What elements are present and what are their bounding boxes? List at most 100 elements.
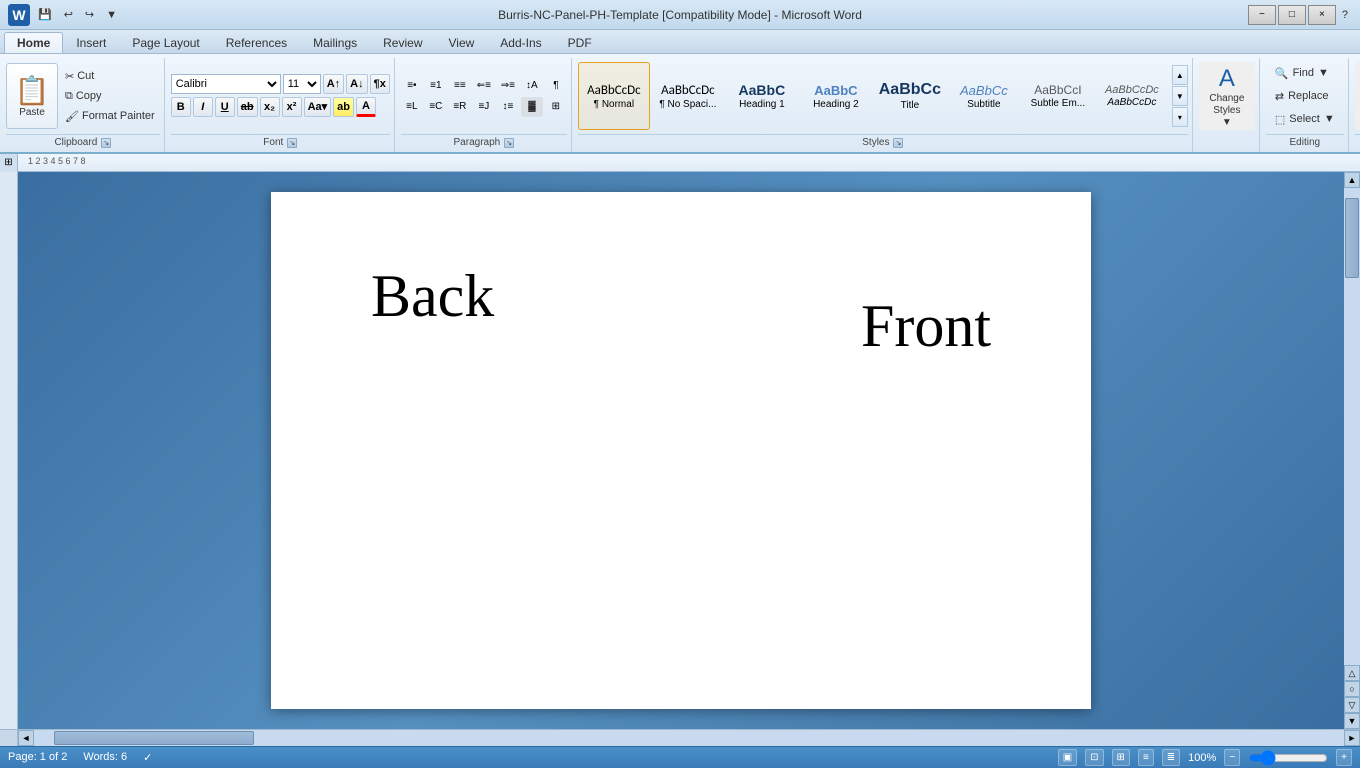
- zoom-in-button[interactable]: +: [1336, 749, 1352, 766]
- font-expand-button[interactable]: ↘: [287, 138, 297, 148]
- align-center-button[interactable]: ≡C: [425, 97, 447, 117]
- multilevel-list-button[interactable]: ≡≡: [449, 76, 471, 96]
- zoom-slider[interactable]: [1248, 750, 1328, 766]
- font-name-select[interactable]: Calibri: [171, 74, 281, 94]
- select-page-button[interactable]: ○: [1344, 681, 1360, 697]
- h-scroll-thumb[interactable]: [54, 731, 254, 745]
- style-normal-preview: AaBbCcDc: [587, 83, 641, 98]
- shading-button[interactable]: ▓: [521, 97, 543, 117]
- document-page[interactable]: Back Front: [271, 192, 1091, 709]
- paste-button[interactable]: 📋 Paste: [6, 63, 58, 129]
- style-normal[interactable]: AaBbCcDc ¶ Normal: [578, 62, 650, 130]
- justify-button[interactable]: ≡J: [473, 97, 495, 117]
- style-aabbccdc[interactable]: AaBbCcDc AaBbCcDc: [1096, 62, 1168, 130]
- style-heading1[interactable]: AaBbC Heading 1: [726, 62, 798, 130]
- h-scroll-track[interactable]: [34, 730, 1344, 746]
- privacy-group-label: Privacy: [1355, 134, 1360, 150]
- bullets-button[interactable]: ≡•: [401, 76, 423, 96]
- tab-insert[interactable]: Insert: [63, 32, 119, 53]
- style-subtitle[interactable]: AaBbCc Subtitle: [948, 62, 1020, 130]
- spell-check-icon[interactable]: ✓: [143, 751, 152, 764]
- styles-scroll-down-button[interactable]: ▼: [1172, 86, 1188, 106]
- tab-add-ins[interactable]: Add-Ins: [487, 32, 554, 53]
- numbering-button[interactable]: ≡1: [425, 76, 447, 96]
- copy-button[interactable]: ⧉ Copy: [60, 87, 160, 106]
- horizontal-ruler: ⊞ 1 2 3 4 5 6 7 8: [0, 154, 1360, 172]
- decrease-font-button[interactable]: A↓: [346, 74, 367, 94]
- page-up-button[interactable]: △: [1344, 665, 1360, 681]
- redo-button[interactable]: ↪: [81, 6, 98, 23]
- select-label: Select: [1289, 113, 1320, 125]
- tab-view[interactable]: View: [436, 32, 488, 53]
- style-heading2[interactable]: AaBbC Heading 2: [800, 62, 872, 130]
- scroll-track[interactable]: [1344, 188, 1360, 665]
- bold-button[interactable]: B: [171, 97, 191, 117]
- scroll-down-button[interactable]: ▼: [1344, 713, 1360, 729]
- italic-button[interactable]: I: [193, 97, 213, 117]
- page-down-button[interactable]: ▽: [1344, 697, 1360, 713]
- styles-scroll-up-button[interactable]: ▲: [1172, 65, 1188, 85]
- customize-button[interactable]: ▼: [102, 7, 121, 23]
- font-color-button[interactable]: A: [356, 97, 376, 117]
- cut-button[interactable]: ✂ Cut: [60, 67, 160, 86]
- scroll-left-button[interactable]: ◄: [18, 730, 34, 746]
- change-case-button[interactable]: Aa▾: [304, 97, 332, 117]
- find-button[interactable]: 🔍 Find ▼: [1266, 63, 1344, 84]
- scroll-up-button[interactable]: ▲: [1344, 172, 1360, 188]
- select-button[interactable]: ⬚ Select ▼: [1266, 109, 1344, 130]
- view-full-screen-button[interactable]: ⊡: [1085, 749, 1103, 766]
- zoom-out-button[interactable]: −: [1224, 749, 1240, 766]
- minimize-button[interactable]: −: [1248, 5, 1276, 25]
- increase-font-button[interactable]: A↑: [323, 74, 344, 94]
- borders-button[interactable]: ⊞: [545, 97, 567, 117]
- style-subtle-em[interactable]: AaBbCcI Subtle Em...: [1022, 62, 1094, 130]
- tab-references[interactable]: References: [213, 32, 300, 53]
- tab-home[interactable]: Home: [4, 32, 63, 53]
- style-title[interactable]: AaBbCc Title: [874, 62, 946, 130]
- paragraph-expand-button[interactable]: ↘: [504, 138, 514, 148]
- styles-expand-button2[interactable]: ↘: [893, 138, 903, 148]
- page-content[interactable]: Back Front: [311, 232, 1051, 712]
- clipboard-expand-button[interactable]: ↘: [101, 138, 111, 148]
- paragraph-group-content: ≡• ≡1 ≡≡ ⇐≡ ⇒≡ ↕A ¶ ≡L ≡C ≡R ≡J ↕≡: [401, 60, 567, 132]
- view-print-layout-button[interactable]: ▣: [1058, 749, 1077, 766]
- style-no-spacing[interactable]: AaBbCcDc ¶ No Spaci...: [652, 62, 724, 130]
- strikethrough-button[interactable]: ab: [237, 97, 258, 117]
- superscript-button[interactable]: x²: [282, 97, 302, 117]
- align-right-button[interactable]: ≡R: [449, 97, 471, 117]
- tab-mailings[interactable]: Mailings: [300, 32, 370, 53]
- save-button[interactable]: 💾: [34, 6, 56, 23]
- view-draft-button[interactable]: ≣: [1162, 749, 1180, 766]
- replace-button[interactable]: ⇄ Replace: [1266, 86, 1344, 107]
- help-button[interactable]: ?: [1338, 5, 1352, 25]
- maximize-button[interactable]: □: [1278, 5, 1306, 25]
- tab-pdf[interactable]: PDF: [555, 32, 605, 53]
- font-size-select[interactable]: 11: [283, 74, 321, 94]
- close-button[interactable]: ×: [1308, 5, 1336, 25]
- view-outline-button[interactable]: ≡: [1138, 749, 1154, 766]
- increase-indent-button[interactable]: ⇒≡: [497, 76, 519, 96]
- tab-page-layout[interactable]: Page Layout: [119, 32, 212, 53]
- clear-format-button[interactable]: ¶x: [370, 74, 390, 94]
- undo-button[interactable]: ↩: [60, 6, 77, 23]
- align-left-button[interactable]: ≡L: [401, 97, 423, 117]
- view-web-layout-button[interactable]: ⊞: [1112, 749, 1130, 766]
- format-painter-button[interactable]: 🖌 Format Painter: [60, 107, 160, 126]
- ruler-corner-button[interactable]: ⊞: [0, 154, 18, 172]
- sign-encrypt-button[interactable]: 🔒 Sign and Encrypt: [1355, 62, 1360, 130]
- tab-review[interactable]: Review: [370, 32, 435, 53]
- privacy-group-content: 🔒 Sign and Encrypt: [1355, 60, 1360, 132]
- subscript-button[interactable]: x₂: [260, 97, 280, 117]
- sort-button[interactable]: ↕A: [521, 76, 543, 96]
- scroll-thumb[interactable]: [1345, 198, 1359, 278]
- style-h1-preview: AaBbC: [739, 82, 786, 98]
- decrease-indent-button[interactable]: ⇐≡: [473, 76, 495, 96]
- styles-expand-button[interactable]: ▾: [1172, 107, 1188, 127]
- scroll-right-button[interactable]: ►: [1344, 730, 1360, 746]
- line-spacing-button[interactable]: ↕≡: [497, 97, 519, 117]
- underline-button[interactable]: U: [215, 97, 235, 117]
- highlight-button[interactable]: ab: [333, 97, 354, 117]
- scroll-area[interactable]: Back Front: [18, 172, 1344, 729]
- show-formatting-button[interactable]: ¶: [545, 76, 567, 96]
- change-styles-button[interactable]: A Change Styles ▼: [1199, 62, 1255, 130]
